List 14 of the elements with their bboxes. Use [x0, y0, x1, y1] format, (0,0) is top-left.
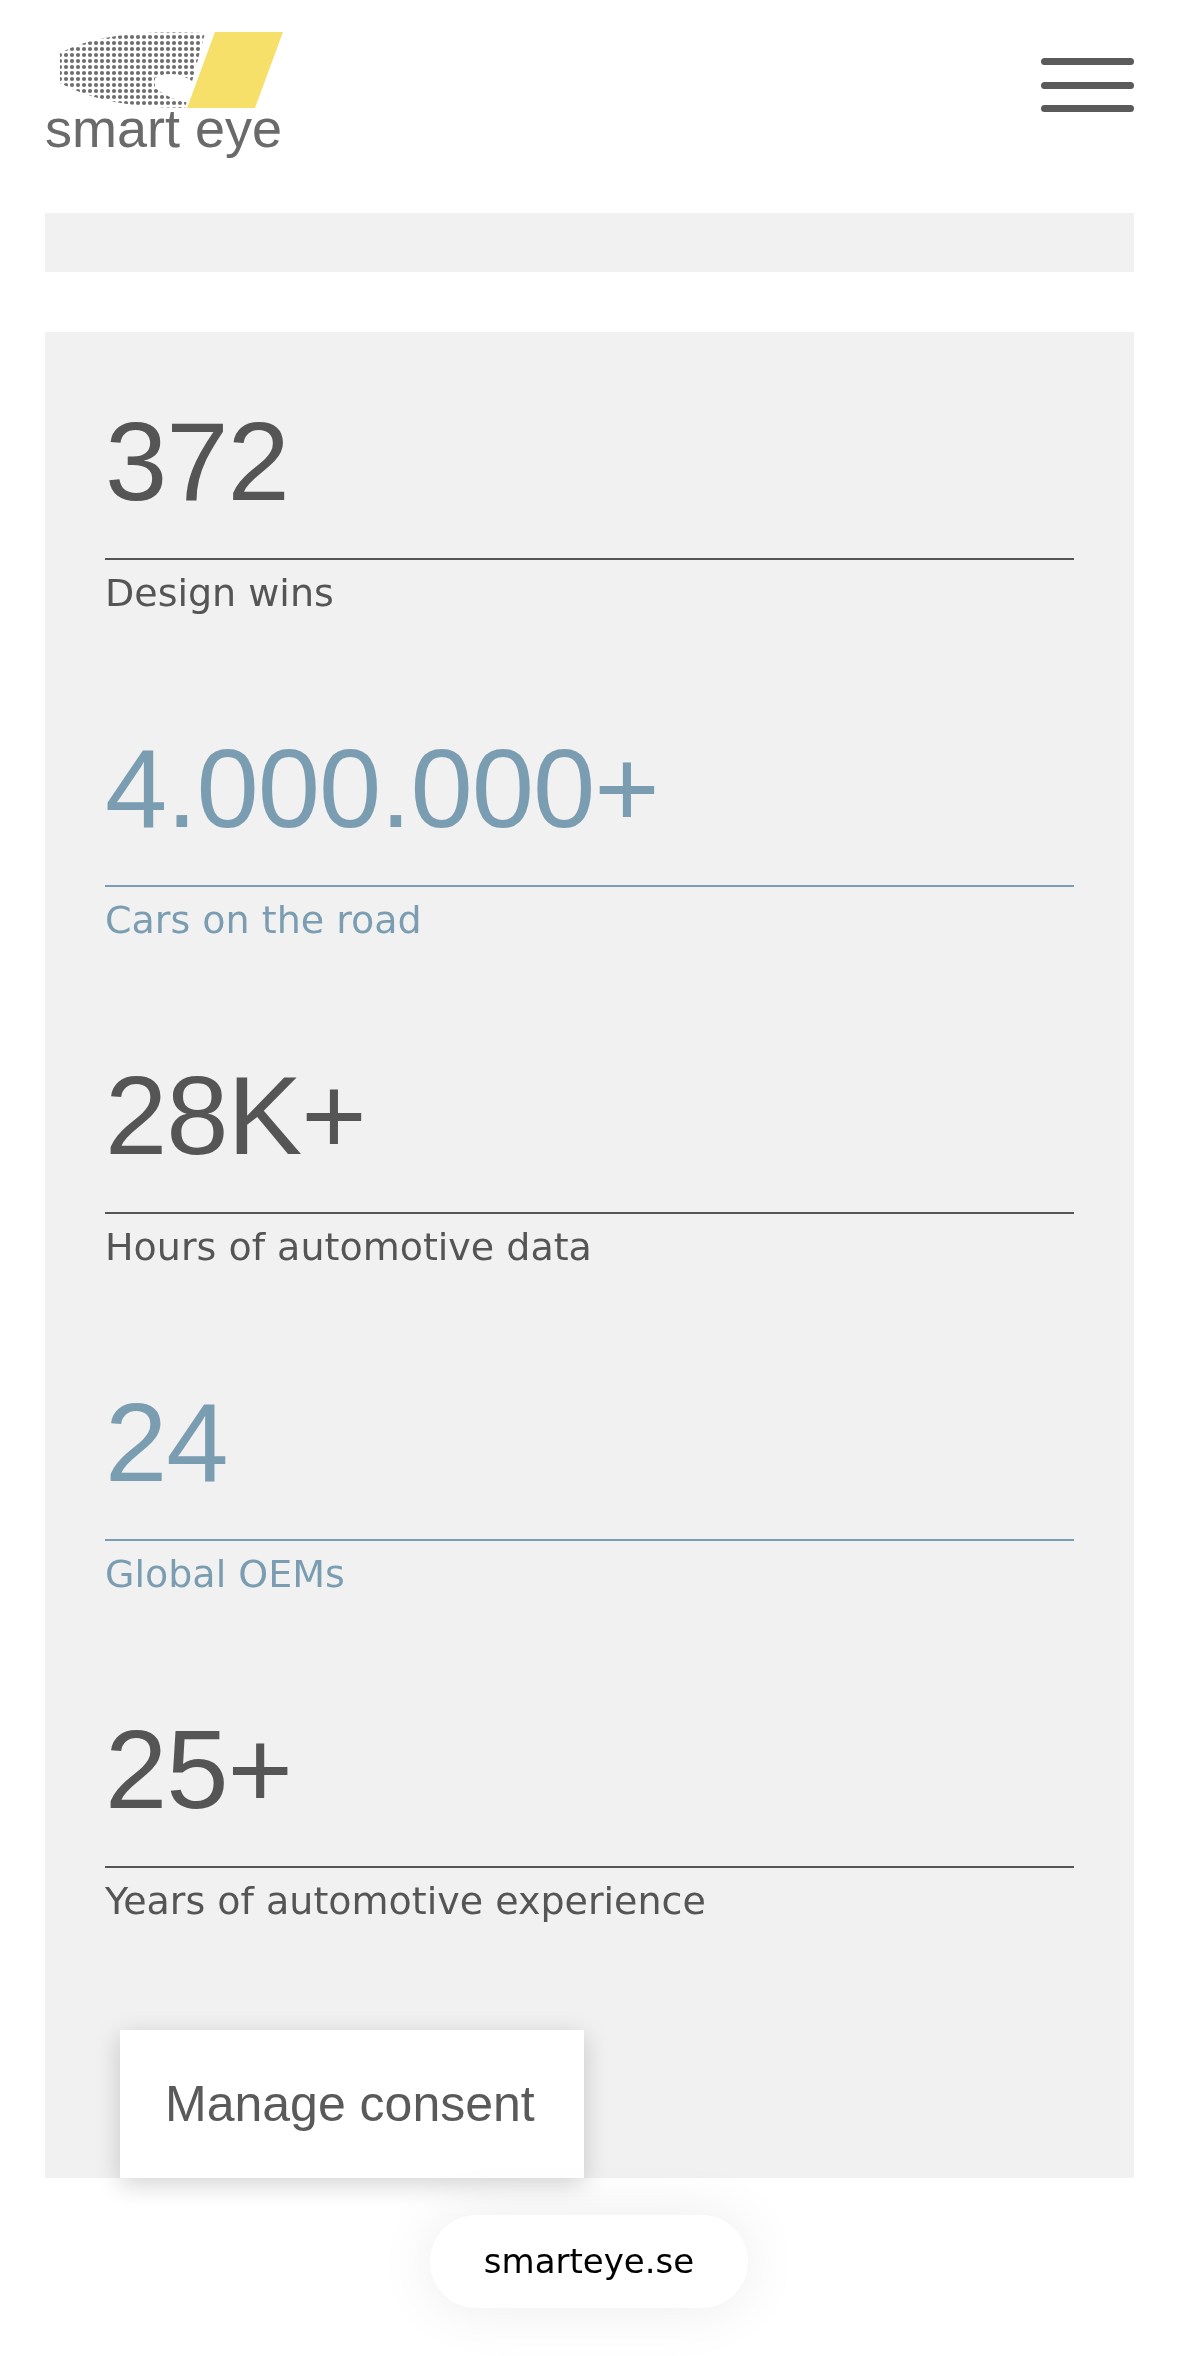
stat-value: 25+: [105, 1706, 293, 1834]
stat-value: 372: [105, 398, 290, 526]
stat-value: 28K+: [105, 1052, 367, 1180]
menu-icon[interactable]: [1041, 58, 1134, 112]
stat-value: 24: [105, 1379, 229, 1507]
stat-label: Cars on the road: [105, 897, 423, 944]
stat-label: Hours of automotive data: [105, 1224, 593, 1271]
url-pill[interactable]: smarteye.se: [430, 2215, 748, 2308]
stat-label: Global OEMs: [105, 1551, 346, 1598]
manage-consent-button[interactable]: Manage consent: [120, 2030, 584, 2178]
stat-value: 4.000.000+: [105, 725, 660, 853]
logo-text: smart eye: [45, 97, 283, 160]
stat-label: Design wins: [105, 570, 335, 617]
stat-label: Years of automotive experience: [105, 1878, 707, 1925]
